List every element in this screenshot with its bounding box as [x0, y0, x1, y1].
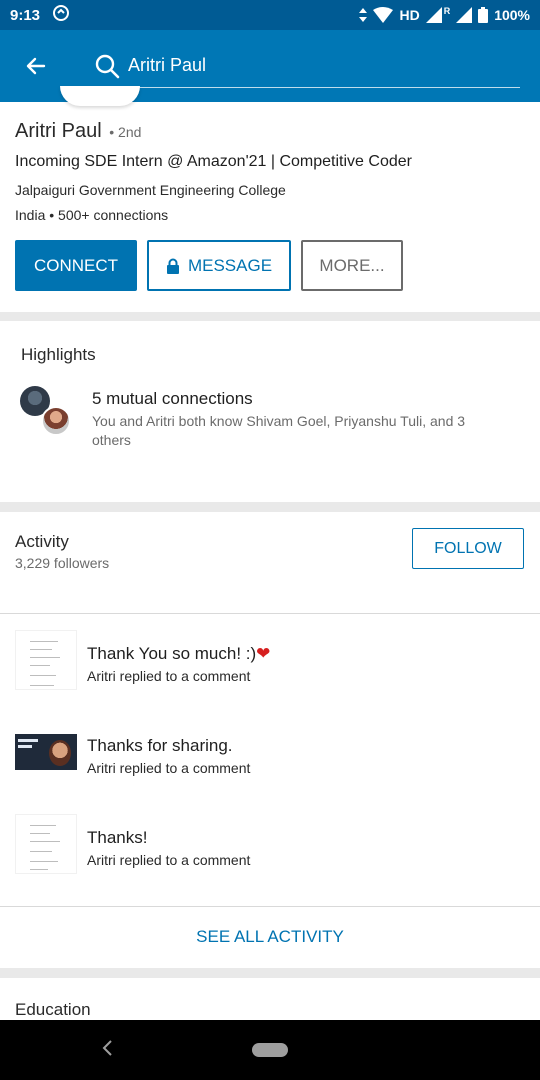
connect-button[interactable]: CONNECT	[15, 240, 137, 291]
activity-item[interactable]: Thanks for sharing. Aritri replied to a …	[0, 716, 540, 800]
highlights-card: Highlights 5 mutual connections You and …	[0, 321, 540, 502]
activity-item[interactable]: Thanks! Aritri replied to a comment	[0, 808, 540, 892]
followers-count: 3,229 followers	[15, 555, 110, 571]
highlights-title: Highlights	[21, 345, 96, 364]
mutual-avatar-2	[41, 406, 71, 436]
divider	[0, 613, 540, 614]
message-label: MESSAGE	[187, 255, 273, 275]
activity-item[interactable]: Thank You so much! :)❤ Aritri replied to…	[0, 624, 540, 708]
search-query: Aritri Paul	[128, 55, 207, 75]
see-all-activity-button[interactable]: SEE ALL ACTIVITY	[0, 906, 540, 968]
lock-icon	[166, 258, 179, 274]
heart-icon: ❤	[256, 644, 271, 663]
battery-icon	[478, 7, 489, 23]
connect-label: CONNECT	[33, 255, 119, 275]
activity-thumbnail	[15, 734, 77, 770]
avatar[interactable]	[60, 86, 140, 106]
arrow-left-icon	[26, 57, 46, 75]
status-time: 9:13	[10, 6, 41, 24]
battery-percent: 100%	[494, 7, 530, 23]
activity-thumbnail	[15, 630, 77, 690]
follow-label: FOLLOW	[434, 539, 502, 557]
mutual-connections-desc: You and Aritri both know Shivam Goel, Pr…	[92, 413, 466, 448]
activity-title-text: Thank You so much! :)❤	[87, 644, 271, 663]
data-arrows-icon	[359, 8, 368, 22]
signal-icon-2	[456, 7, 473, 23]
search-input[interactable]: Aritri Paul	[90, 44, 520, 88]
mutual-connections-title[interactable]: 5 mutual connections	[92, 389, 253, 409]
wifi-icon	[373, 7, 394, 23]
profile-card: Aritri Paul • 2nd Incoming SDE Intern @ …	[0, 86, 540, 312]
more-label: MORE...	[319, 255, 385, 275]
roaming-indicator: R	[443, 6, 451, 16]
education-title: Education	[15, 1000, 91, 1019]
activity-subtitle: Aritri replied to a comment	[87, 668, 251, 684]
sync-icon	[52, 4, 70, 26]
activity-subtitle: Aritri replied to a comment	[87, 760, 251, 776]
nav-back-button[interactable]	[100, 1038, 114, 1063]
activity-subtitle: Aritri replied to a comment	[87, 852, 251, 868]
activity-thumbnail	[15, 814, 77, 874]
system-nav-bar	[0, 1020, 540, 1080]
follow-button[interactable]: FOLLOW	[412, 528, 524, 569]
chevron-left-icon	[102, 1040, 112, 1056]
activity-title-text: Thanks for sharing.	[87, 736, 233, 755]
message-button[interactable]: MESSAGE	[147, 240, 291, 291]
status-bar: 9:13 HD R 100%	[0, 0, 540, 30]
education-card: Education	[0, 978, 540, 1020]
activity-card: Activity 3,229 followers FOLLOW Thank Yo…	[0, 512, 540, 968]
network-type: HD	[399, 7, 420, 23]
activity-title-text: Thanks!	[87, 828, 148, 847]
activity-title: Activity	[15, 532, 69, 551]
more-button[interactable]: MORE...	[301, 240, 403, 291]
profile-name: Aritri Paul	[15, 120, 102, 142]
profile-location-connections: India • 500+ connections	[15, 207, 169, 223]
signal-icon	[425, 7, 442, 23]
nav-home-pill[interactable]	[252, 1043, 288, 1057]
profile-name-line: Aritri Paul • 2nd	[15, 120, 141, 143]
profile-school: Jalpaiguri Government Engineering Colleg…	[15, 182, 286, 198]
search-icon	[95, 54, 120, 78]
connection-degree: • 2nd	[109, 124, 142, 140]
see-all-activity-label: SEE ALL ACTIVITY	[196, 927, 344, 946]
profile-headline: Incoming SDE Intern @ Amazon'21 | Compet…	[15, 153, 412, 170]
